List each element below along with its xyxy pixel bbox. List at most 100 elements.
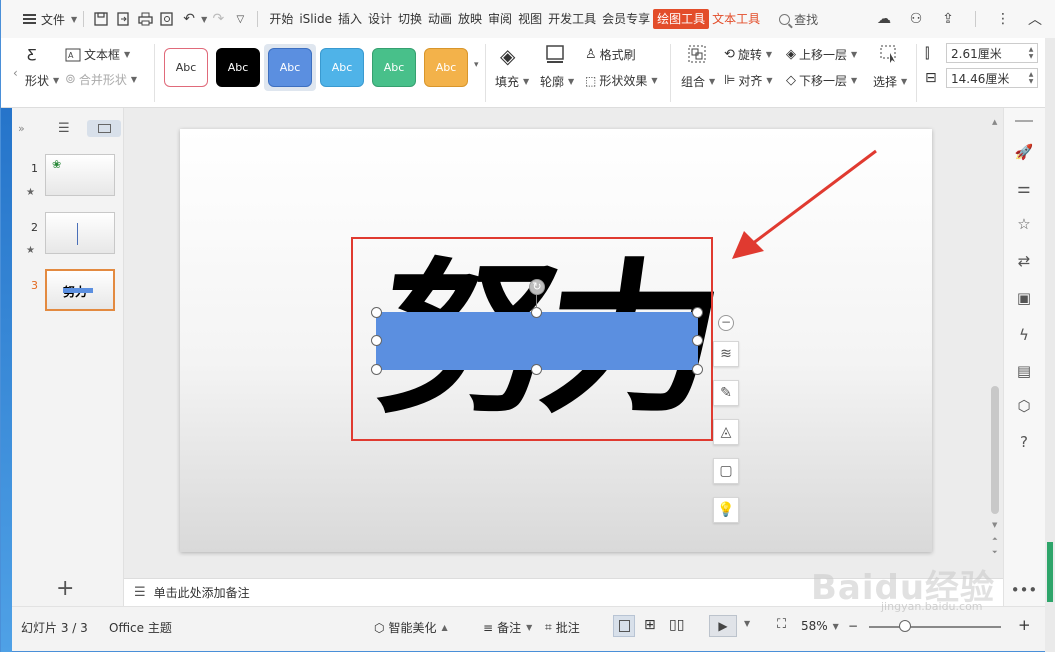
edit-shape-icon[interactable]: Ƹ [27, 46, 37, 64]
save-icon[interactable] [90, 8, 112, 30]
cube-icon[interactable]: ⬡ [1014, 396, 1034, 416]
tab-developer[interactable]: 开发工具 [545, 9, 599, 29]
tab-drawing-tools[interactable]: 绘图工具 [653, 9, 710, 29]
image-icon[interactable]: ▣ [1014, 288, 1034, 308]
user-icon[interactable]: ⚇ [905, 8, 927, 30]
zoom-slider-thumb[interactable] [899, 620, 911, 632]
normal-view-button[interactable] [613, 615, 635, 637]
group-button[interactable]: 组合 ▼ [681, 73, 715, 90]
zoom-slider-track[interactable] [869, 626, 1001, 628]
style-gallery-more-icon[interactable]: ▾ [474, 60, 479, 70]
more-vertical-icon[interactable]: ⋮ [992, 8, 1014, 30]
tab-animation[interactable]: 动画 [425, 9, 455, 29]
fill-bucket-icon[interactable]: ◬ [713, 419, 739, 445]
tab-design[interactable]: 设计 [365, 9, 395, 29]
outline-box-icon[interactable]: ▢ [713, 458, 739, 484]
align-button[interactable]: ⊫ 对齐 ▼ [724, 72, 773, 89]
rotate-button[interactable]: ⟲ 旋转 ▼ [724, 46, 772, 63]
scroll-down-icon[interactable]: ▼ [992, 521, 997, 529]
tab-transition[interactable]: 切换 [395, 9, 425, 29]
height-input[interactable]: 2.61厘米 ▲ ▼ [946, 43, 1038, 63]
share-icon[interactable]: ⇪ [937, 8, 959, 30]
select-button[interactable]: 选择 ▼ [873, 73, 907, 90]
tab-insert[interactable]: 插入 [335, 9, 365, 29]
outline-icon[interactable] [545, 44, 565, 64]
bring-forward-button[interactable]: ◈ 上移一层 ▼ [786, 46, 857, 63]
more-horizontal-icon[interactable]: ••• [1011, 580, 1038, 600]
print-icon[interactable] [134, 8, 156, 30]
rocket-icon[interactable]: 🚀 [1014, 142, 1034, 162]
slide-thumbnail-1[interactable]: ❀ [45, 154, 115, 196]
width-input[interactable]: 14.46厘米 ▲ ▼ [946, 68, 1038, 88]
group-icon[interactable] [687, 44, 707, 64]
comments-button[interactable]: ⌗ 批注 [545, 619, 580, 636]
undo-icon[interactable]: ↶ [178, 8, 200, 30]
ribbon-scroll-left-icon[interactable]: ‹ [13, 66, 18, 80]
search-button[interactable]: 查找 [779, 11, 818, 28]
shape-style-5[interactable]: Abc [372, 48, 416, 87]
resize-handle-w[interactable] [371, 335, 382, 346]
shape-button[interactable]: 形状 ▼ [25, 72, 59, 89]
slide-thumbnail-3[interactable]: 努力 [45, 269, 115, 311]
vertical-scrollbar[interactable]: ▲ ▼ ⏶ ⏷ [989, 118, 1001, 563]
resize-handle-s[interactable] [531, 364, 542, 375]
preview-icon[interactable] [156, 8, 178, 30]
tab-home[interactable]: 开始 [266, 9, 296, 29]
prev-slide-icon[interactable]: ⏶ [992, 535, 998, 544]
resize-handle-se[interactable] [692, 364, 703, 375]
redo-icon[interactable]: ↷ [207, 8, 229, 30]
textbox-button[interactable]: A 文本框 ▼ [65, 46, 130, 63]
smart-beautify-button[interactable]: ⬡ 智能美化 ▲ [374, 619, 448, 636]
resize-handle-ne[interactable] [692, 307, 703, 318]
style-brush-icon[interactable]: ✎ [713, 380, 739, 406]
resize-handle-nw[interactable] [371, 307, 382, 318]
collapse-ribbon-icon[interactable]: ︿ [1024, 8, 1046, 30]
fill-button[interactable]: 填充 ▼ [495, 73, 529, 90]
tab-islide[interactable]: iSlide [296, 9, 335, 29]
next-slide-icon[interactable]: ⏷ [992, 548, 998, 557]
select-icon[interactable] [879, 44, 899, 64]
smart-tip-icon[interactable]: 💡 [713, 497, 739, 523]
scroll-thumb[interactable] [991, 386, 999, 514]
sliders-icon[interactable]: ⚌ [1014, 178, 1034, 198]
send-backward-button[interactable]: ◇ 下移一层 ▼ [786, 72, 857, 89]
notes-toggle-button[interactable]: ≡ 备注 ▼ [483, 619, 532, 636]
resize-handle-e[interactable] [692, 335, 703, 346]
cloud-sync-icon[interactable]: ☁ [873, 8, 895, 30]
height-stepper-icon[interactable]: ▲ ▼ [1025, 46, 1037, 60]
fill-icon[interactable]: ◈ [500, 44, 515, 68]
tab-review[interactable]: 审阅 [485, 9, 515, 29]
tab-member[interactable]: 会员专享 [599, 9, 653, 29]
star-icon[interactable]: ☆ [1014, 214, 1034, 234]
zoom-in-icon[interactable]: + [1018, 616, 1031, 634]
slide-3[interactable]: 努力 ↻ − ≋ ✎ ◬ ▢ 💡 [180, 129, 932, 552]
resize-handle-sw[interactable] [371, 364, 382, 375]
shape-style-1[interactable]: Abc [164, 48, 208, 87]
zoom-level[interactable]: 58% ▼ [801, 619, 839, 633]
play-options-icon[interactable]: ▼ [744, 619, 750, 628]
tab-text-tools[interactable]: 文本工具 [709, 9, 763, 29]
customize-icon[interactable]: ▽ [229, 8, 251, 30]
add-slide-icon[interactable]: + [56, 576, 74, 601]
file-menu-button[interactable]: 文件 ▼ [23, 11, 77, 28]
rotate-handle-icon[interactable]: ↻ [529, 279, 545, 295]
layer-order-icon[interactable]: ≋ [713, 341, 739, 367]
thumbnail-view-button[interactable] [87, 120, 121, 137]
reading-view-icon[interactable]: ▯▯ [669, 617, 684, 633]
help-icon[interactable]: ? [1014, 432, 1034, 452]
expand-panel-icon[interactable]: » [18, 122, 25, 135]
tab-view[interactable]: 视图 [515, 9, 545, 29]
grid-view-icon[interactable]: ⊞ [644, 617, 656, 633]
tab-slideshow[interactable]: 放映 [455, 9, 485, 29]
shape-style-3[interactable]: Abc [268, 48, 312, 87]
shape-effects-button[interactable]: ⬚ 形状效果 ▼ [585, 72, 658, 89]
shape-style-4[interactable]: Abc [320, 48, 364, 87]
book-icon[interactable]: ▤ [1014, 361, 1034, 381]
export-icon[interactable] [112, 8, 134, 30]
resize-handle-n[interactable] [531, 307, 542, 318]
scroll-up-icon[interactable]: ▲ [992, 118, 997, 126]
collapse-toolbar-icon[interactable]: − [718, 315, 734, 331]
fit-window-icon[interactable]: ⛶ [777, 617, 786, 632]
lightning-icon[interactable]: ϟ [1014, 325, 1034, 345]
play-slideshow-button[interactable]: ▶ [709, 615, 737, 637]
